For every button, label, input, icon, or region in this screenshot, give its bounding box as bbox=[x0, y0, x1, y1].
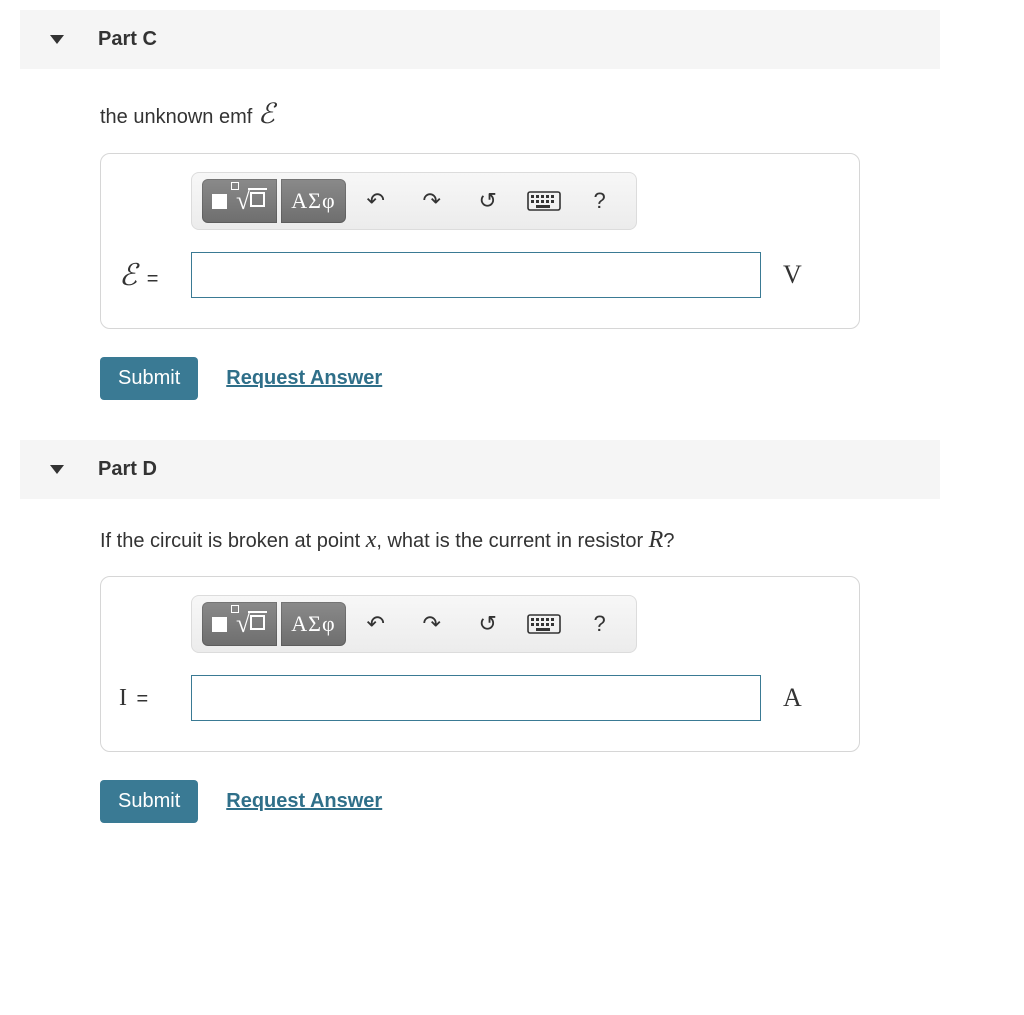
equation-toolbar: √ ΑΣφ ↶ ↷ ↺ bbox=[191, 172, 637, 230]
template-icon: √ bbox=[212, 188, 267, 214]
redo-icon: ↷ bbox=[422, 611, 440, 637]
undo-button[interactable]: ↶ bbox=[350, 602, 402, 646]
reset-icon: ↺ bbox=[478, 188, 496, 214]
var-x: x bbox=[366, 527, 377, 553]
actions-row: Submit Request Answer bbox=[100, 780, 900, 823]
undo-icon: ↶ bbox=[366, 611, 384, 637]
part-title: Part D bbox=[98, 458, 157, 481]
emf-symbol: ℰ bbox=[258, 99, 275, 130]
answer-input[interactable] bbox=[191, 675, 761, 721]
part-c: Part C the unknown emf ℰ √ bbox=[0, 10, 1024, 400]
help-button[interactable]: ? bbox=[574, 602, 626, 646]
chevron-down-icon bbox=[50, 465, 64, 474]
answer-input-row: I = A bbox=[119, 675, 841, 721]
keyboard-icon bbox=[527, 614, 561, 634]
template-icon: √ bbox=[212, 611, 267, 637]
answer-lhs: I = bbox=[119, 685, 191, 712]
keyboard-button[interactable] bbox=[518, 602, 570, 646]
redo-button[interactable]: ↷ bbox=[406, 179, 458, 223]
chevron-down-icon bbox=[50, 35, 64, 44]
answer-input-row: ℰ = V bbox=[119, 252, 841, 298]
prompt-text: the unknown emf ℰ bbox=[100, 97, 900, 131]
var-r: R bbox=[649, 527, 664, 553]
greek-symbols-button[interactable]: ΑΣφ bbox=[281, 602, 345, 646]
part-body: If the circuit is broken at point x, wha… bbox=[0, 527, 900, 823]
greek-icon: ΑΣφ bbox=[291, 188, 335, 214]
equation-toolbar: √ ΑΣφ ↶ ↷ ↺ bbox=[191, 595, 637, 653]
part-title: Part C bbox=[98, 28, 157, 51]
prompt-text: If the circuit is broken at point x, wha… bbox=[100, 527, 900, 554]
part-header[interactable]: Part C bbox=[20, 10, 940, 69]
unit-label: A bbox=[783, 683, 802, 713]
answer-box: √ ΑΣφ ↶ ↷ ↺ bbox=[100, 576, 860, 752]
reset-icon: ↺ bbox=[478, 611, 496, 637]
greek-symbols-button[interactable]: ΑΣφ bbox=[281, 179, 345, 223]
part-d: Part D If the circuit is broken at point… bbox=[0, 440, 1024, 823]
submit-button[interactable]: Submit bbox=[100, 780, 198, 823]
templates-button[interactable]: √ bbox=[202, 179, 277, 223]
part-header[interactable]: Part D bbox=[20, 440, 940, 499]
redo-button[interactable]: ↷ bbox=[406, 602, 458, 646]
help-icon: ? bbox=[594, 611, 606, 637]
redo-icon: ↷ bbox=[422, 188, 440, 214]
undo-icon: ↶ bbox=[366, 188, 384, 214]
reset-button[interactable]: ↺ bbox=[462, 602, 514, 646]
undo-button[interactable]: ↶ bbox=[350, 179, 402, 223]
reset-button[interactable]: ↺ bbox=[462, 179, 514, 223]
request-answer-link[interactable]: Request Answer bbox=[226, 367, 382, 390]
unit-label: V bbox=[783, 260, 802, 290]
templates-button[interactable]: √ bbox=[202, 602, 277, 646]
answer-box: √ ΑΣφ ↶ ↷ ↺ bbox=[100, 153, 860, 329]
greek-icon: ΑΣφ bbox=[291, 611, 335, 637]
help-icon: ? bbox=[594, 188, 606, 214]
request-answer-link[interactable]: Request Answer bbox=[226, 790, 382, 813]
part-body: the unknown emf ℰ √ ΑΣφ bbox=[0, 97, 900, 400]
answer-lhs: ℰ = bbox=[119, 258, 191, 293]
keyboard-button[interactable] bbox=[518, 179, 570, 223]
submit-button[interactable]: Submit bbox=[100, 357, 198, 400]
answer-input[interactable] bbox=[191, 252, 761, 298]
help-button[interactable]: ? bbox=[574, 179, 626, 223]
keyboard-icon bbox=[527, 191, 561, 211]
actions-row: Submit Request Answer bbox=[100, 357, 900, 400]
